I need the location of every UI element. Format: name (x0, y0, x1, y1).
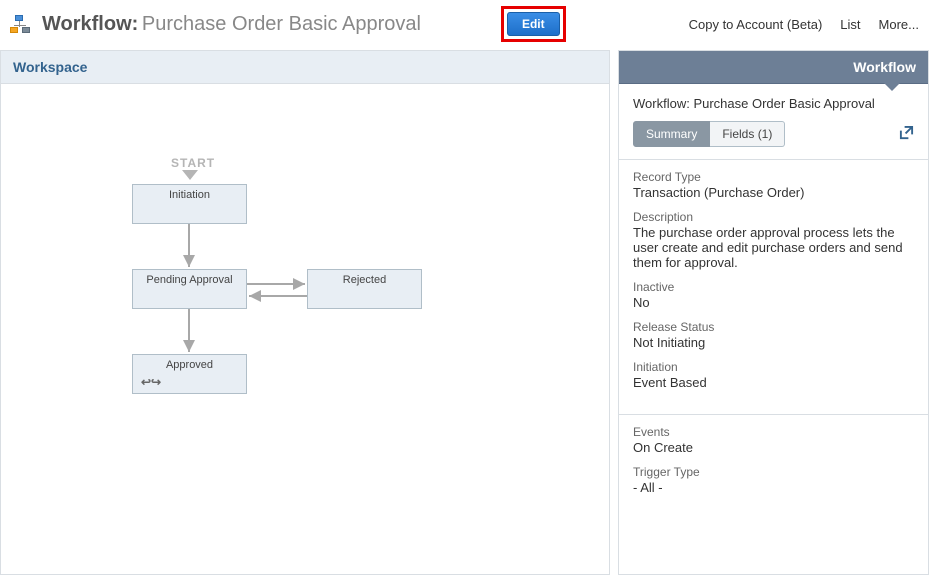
main-area: Workspace START Initiation Pending Appro… (0, 50, 929, 583)
page-title-name: Purchase Order Basic Approval (142, 13, 421, 35)
more-link[interactable]: More... (879, 17, 919, 32)
section-main: Record Type Transaction (Purchase Order)… (633, 160, 914, 402)
record-type-label: Record Type (633, 170, 914, 184)
side-panel: Workflow Workflow: Purchase Order Basic … (618, 50, 929, 575)
initiation-label: Initiation (633, 360, 914, 374)
start-label: START (171, 156, 215, 170)
description-value: The purchase order approval process lets… (633, 225, 914, 270)
connectors (1, 84, 609, 574)
header-right: Copy to Account (Beta) List More... (689, 17, 919, 32)
side-panel-header: Workflow (619, 51, 928, 84)
workflow-name-value: Purchase Order Basic Approval (693, 96, 874, 111)
tabs-row: Summary Fields (1) (633, 121, 914, 147)
workspace-title: Workspace (1, 51, 609, 84)
page-title-label: Workflow: (42, 13, 138, 35)
initiation-value: Event Based (633, 375, 914, 390)
events-value: On Create (633, 440, 914, 455)
header-left: Workflow: Purchase Order Basic Approval … (10, 6, 689, 42)
trigger-type-value: - All - (633, 480, 914, 495)
release-status-value: Not Initiating (633, 335, 914, 350)
inactive-value: No (633, 295, 914, 310)
node-initiation[interactable]: Initiation (132, 184, 247, 224)
page-header: Workflow: Purchase Order Basic Approval … (0, 0, 929, 50)
node-label: Rejected (343, 274, 386, 286)
start-arrow-icon (182, 170, 198, 180)
section-initiation: Events On Create Trigger Type - All - (633, 415, 914, 507)
node-rejected[interactable]: Rejected (307, 269, 422, 309)
workflow-icon (10, 15, 32, 33)
edit-button[interactable]: Edit (507, 12, 560, 36)
workflow-name-row: Workflow: Purchase Order Basic Approval (633, 96, 914, 111)
tab-summary[interactable]: Summary (633, 121, 710, 147)
record-type-value: Transaction (Purchase Order) (633, 185, 914, 200)
release-status-label: Release Status (633, 320, 914, 334)
workflow-canvas[interactable]: START Initiation Pending Approval Reject… (1, 84, 609, 574)
node-pending-approval[interactable]: Pending Approval (132, 269, 247, 309)
events-label: Events (633, 425, 914, 439)
workspace-panel: Workspace START Initiation Pending Appro… (0, 50, 610, 575)
node-label: Approved (166, 359, 213, 371)
loop-icon: ↩↪ (141, 375, 161, 389)
popout-icon[interactable] (899, 125, 914, 144)
copy-to-account-link[interactable]: Copy to Account (Beta) (689, 17, 823, 32)
side-panel-body: Workflow: Purchase Order Basic Approval … (619, 84, 928, 519)
node-label: Pending Approval (146, 274, 232, 286)
description-label: Description (633, 210, 914, 224)
node-approved[interactable]: Approved ↩↪ (132, 354, 247, 394)
tab-fields[interactable]: Fields (1) (710, 121, 785, 147)
edit-highlight: Edit (501, 6, 566, 42)
page-title: Workflow: Purchase Order Basic Approval (42, 13, 421, 36)
inactive-label: Inactive (633, 280, 914, 294)
workflow-name-prefix: Workflow: (633, 96, 690, 111)
node-label: Initiation (169, 189, 210, 201)
list-link[interactable]: List (840, 17, 860, 32)
trigger-type-label: Trigger Type (633, 465, 914, 479)
